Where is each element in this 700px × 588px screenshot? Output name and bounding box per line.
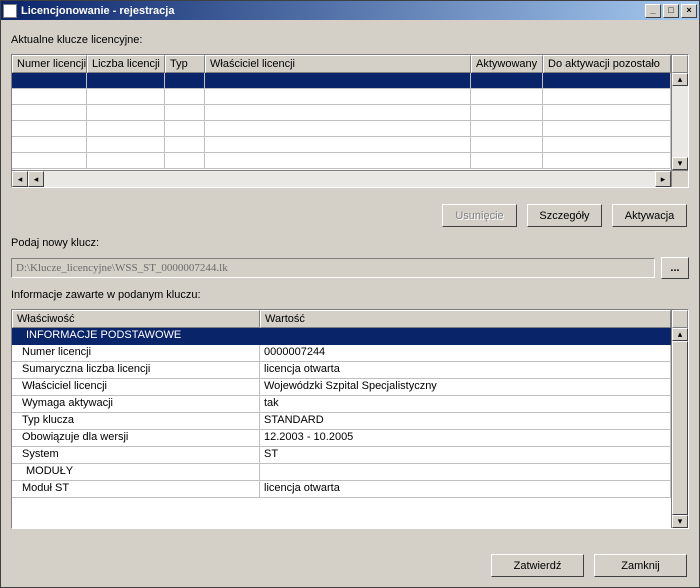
info-row[interactable]: Numer licencji0000007244 <box>12 345 671 362</box>
info-vertical-scrollbar[interactable]: ▴ ▾ <box>671 310 688 528</box>
key-info-body[interactable]: INFORMACJE PODSTAWOWENumer licencji00000… <box>12 328 671 528</box>
col-property[interactable]: Właściwość <box>12 310 260 328</box>
client-area: Aktualne klucze licencyjne: Numer licenc… <box>1 20 699 587</box>
col-type[interactable]: Typ <box>165 55 205 73</box>
info-scroll-thumb[interactable] <box>672 341 688 515</box>
info-property-cell: Typ klucza <box>12 413 260 430</box>
info-row[interactable]: SystemST <box>12 447 671 464</box>
col-activated[interactable]: Aktywowany <box>471 55 543 73</box>
vertical-scrollbar[interactable]: ▴ ▾ <box>671 55 688 187</box>
info-property-cell: INFORMACJE PODSTAWOWE <box>12 328 260 345</box>
scroll-right-btn[interactable]: ▸ <box>655 171 671 187</box>
enter-key-label: Podaj nowy klucz: <box>11 237 689 249</box>
delete-button: Usunięcie <box>442 204 517 227</box>
info-row[interactable]: Wymaga aktywacjitak <box>12 396 671 413</box>
confirm-button[interactable]: Zatwierdź <box>491 554 584 577</box>
license-keys-grid[interactable]: Numer licencji Liczba licencji Typ Właśc… <box>11 54 689 188</box>
titlebar[interactable]: Licencjonowanie - rejestracja _ □ × <box>1 1 699 20</box>
info-scroll-up-btn[interactable]: ▴ <box>672 328 688 341</box>
info-row-empty <box>12 498 671 515</box>
v-scroll-track[interactable] <box>672 86 688 157</box>
info-property-cell: System <box>12 447 260 464</box>
scroll-down-btn[interactable]: ▾ <box>672 157 688 170</box>
info-row[interactable]: Typ kluczaSTANDARD <box>12 413 671 430</box>
col-license-count[interactable]: Liczba licencji <box>87 55 165 73</box>
details-button[interactable]: Szczegóły <box>527 204 602 227</box>
info-row[interactable]: Obowiązuje dla wersji12.2003 - 10.2005 <box>12 430 671 447</box>
col-remaining[interactable]: Do aktywacji pozostało <box>543 55 671 73</box>
info-value-cell: ST <box>260 447 671 464</box>
scroll-left-btn-disabled: ◂ <box>12 171 28 187</box>
window-title: Licencjonowanie - rejestracja <box>21 5 645 17</box>
activation-button[interactable]: Aktywacja <box>612 204 687 227</box>
info-row[interactable]: Właściciel licencjiWojewódzki Szpital Sp… <box>12 379 671 396</box>
info-property-cell: Moduł ST <box>12 481 260 498</box>
info-scroll-down-btn[interactable]: ▾ <box>672 515 688 528</box>
info-property-cell: Sumaryczna liczba licencji <box>12 362 260 379</box>
grid-header-row: Numer licencji Liczba licencji Typ Właśc… <box>12 55 671 73</box>
minimize-button[interactable]: _ <box>645 4 661 18</box>
scrollbar-corner <box>672 170 688 187</box>
info-row[interactable]: Moduł STlicencja otwarta <box>12 481 671 498</box>
info-row[interactable]: INFORMACJE PODSTAWOWE <box>12 328 671 345</box>
info-value-cell <box>260 328 671 345</box>
grid-actions: Usunięcie Szczegóły Aktywacja <box>11 204 687 227</box>
browse-button[interactable]: ... <box>661 257 689 279</box>
info-value-cell: 0000007244 <box>260 345 671 362</box>
maximize-button[interactable]: □ <box>663 4 679 18</box>
key-info-label: Informacje zawarte w podanym kluczu: <box>11 289 689 301</box>
horizontal-scrollbar[interactable]: ◂ ◂ ▸ <box>12 170 671 187</box>
licensing-window: Licencjonowanie - rejestracja _ □ × Aktu… <box>0 0 700 588</box>
info-grid-header-corner <box>672 310 688 328</box>
info-value-cell: STANDARD <box>260 413 671 430</box>
info-property-cell: Wymaga aktywacji <box>12 396 260 413</box>
info-value-cell <box>260 464 671 481</box>
info-property-cell: Numer licencji <box>12 345 260 362</box>
info-row[interactable]: Sumaryczna liczba licencji licencja otwa… <box>12 362 671 379</box>
key-info-grid[interactable]: Właściwość Wartość INFORMACJE PODSTAWOWE… <box>11 309 689 529</box>
scroll-up-btn[interactable]: ▴ <box>672 73 688 86</box>
col-license-number[interactable]: Numer licencji <box>12 55 87 73</box>
current-keys-label: Aktualne klucze licencyjne: <box>11 34 689 46</box>
info-value-cell: licencja otwarta <box>260 362 671 379</box>
h-scroll-track[interactable] <box>44 171 655 187</box>
info-property-cell: MODUŁY <box>12 464 260 481</box>
grid-body[interactable] <box>12 73 671 170</box>
info-row[interactable]: MODUŁY <box>12 464 671 481</box>
app-icon <box>3 4 17 18</box>
col-value[interactable]: Wartość <box>260 310 671 328</box>
scroll-left-btn[interactable]: ◂ <box>28 171 44 187</box>
col-owner[interactable]: Właściciel licencji <box>205 55 471 73</box>
info-property-cell: Obowiązuje dla wersji <box>12 430 260 447</box>
dialog-actions: Zatwierdź Zamknij <box>11 554 687 577</box>
info-value-cell: Wojewódzki Szpital Specjalistyczny <box>260 379 671 396</box>
key-path-input[interactable] <box>11 258 655 278</box>
info-value-cell: 12.2003 - 10.2005 <box>260 430 671 447</box>
close-dialog-button[interactable]: Zamknij <box>594 554 687 577</box>
info-value-cell: licencja otwarta <box>260 481 671 498</box>
close-button[interactable]: × <box>681 4 697 18</box>
info-property-cell: Właściciel licencji <box>12 379 260 396</box>
grid-header-corner <box>672 55 688 73</box>
info-value-cell: tak <box>260 396 671 413</box>
